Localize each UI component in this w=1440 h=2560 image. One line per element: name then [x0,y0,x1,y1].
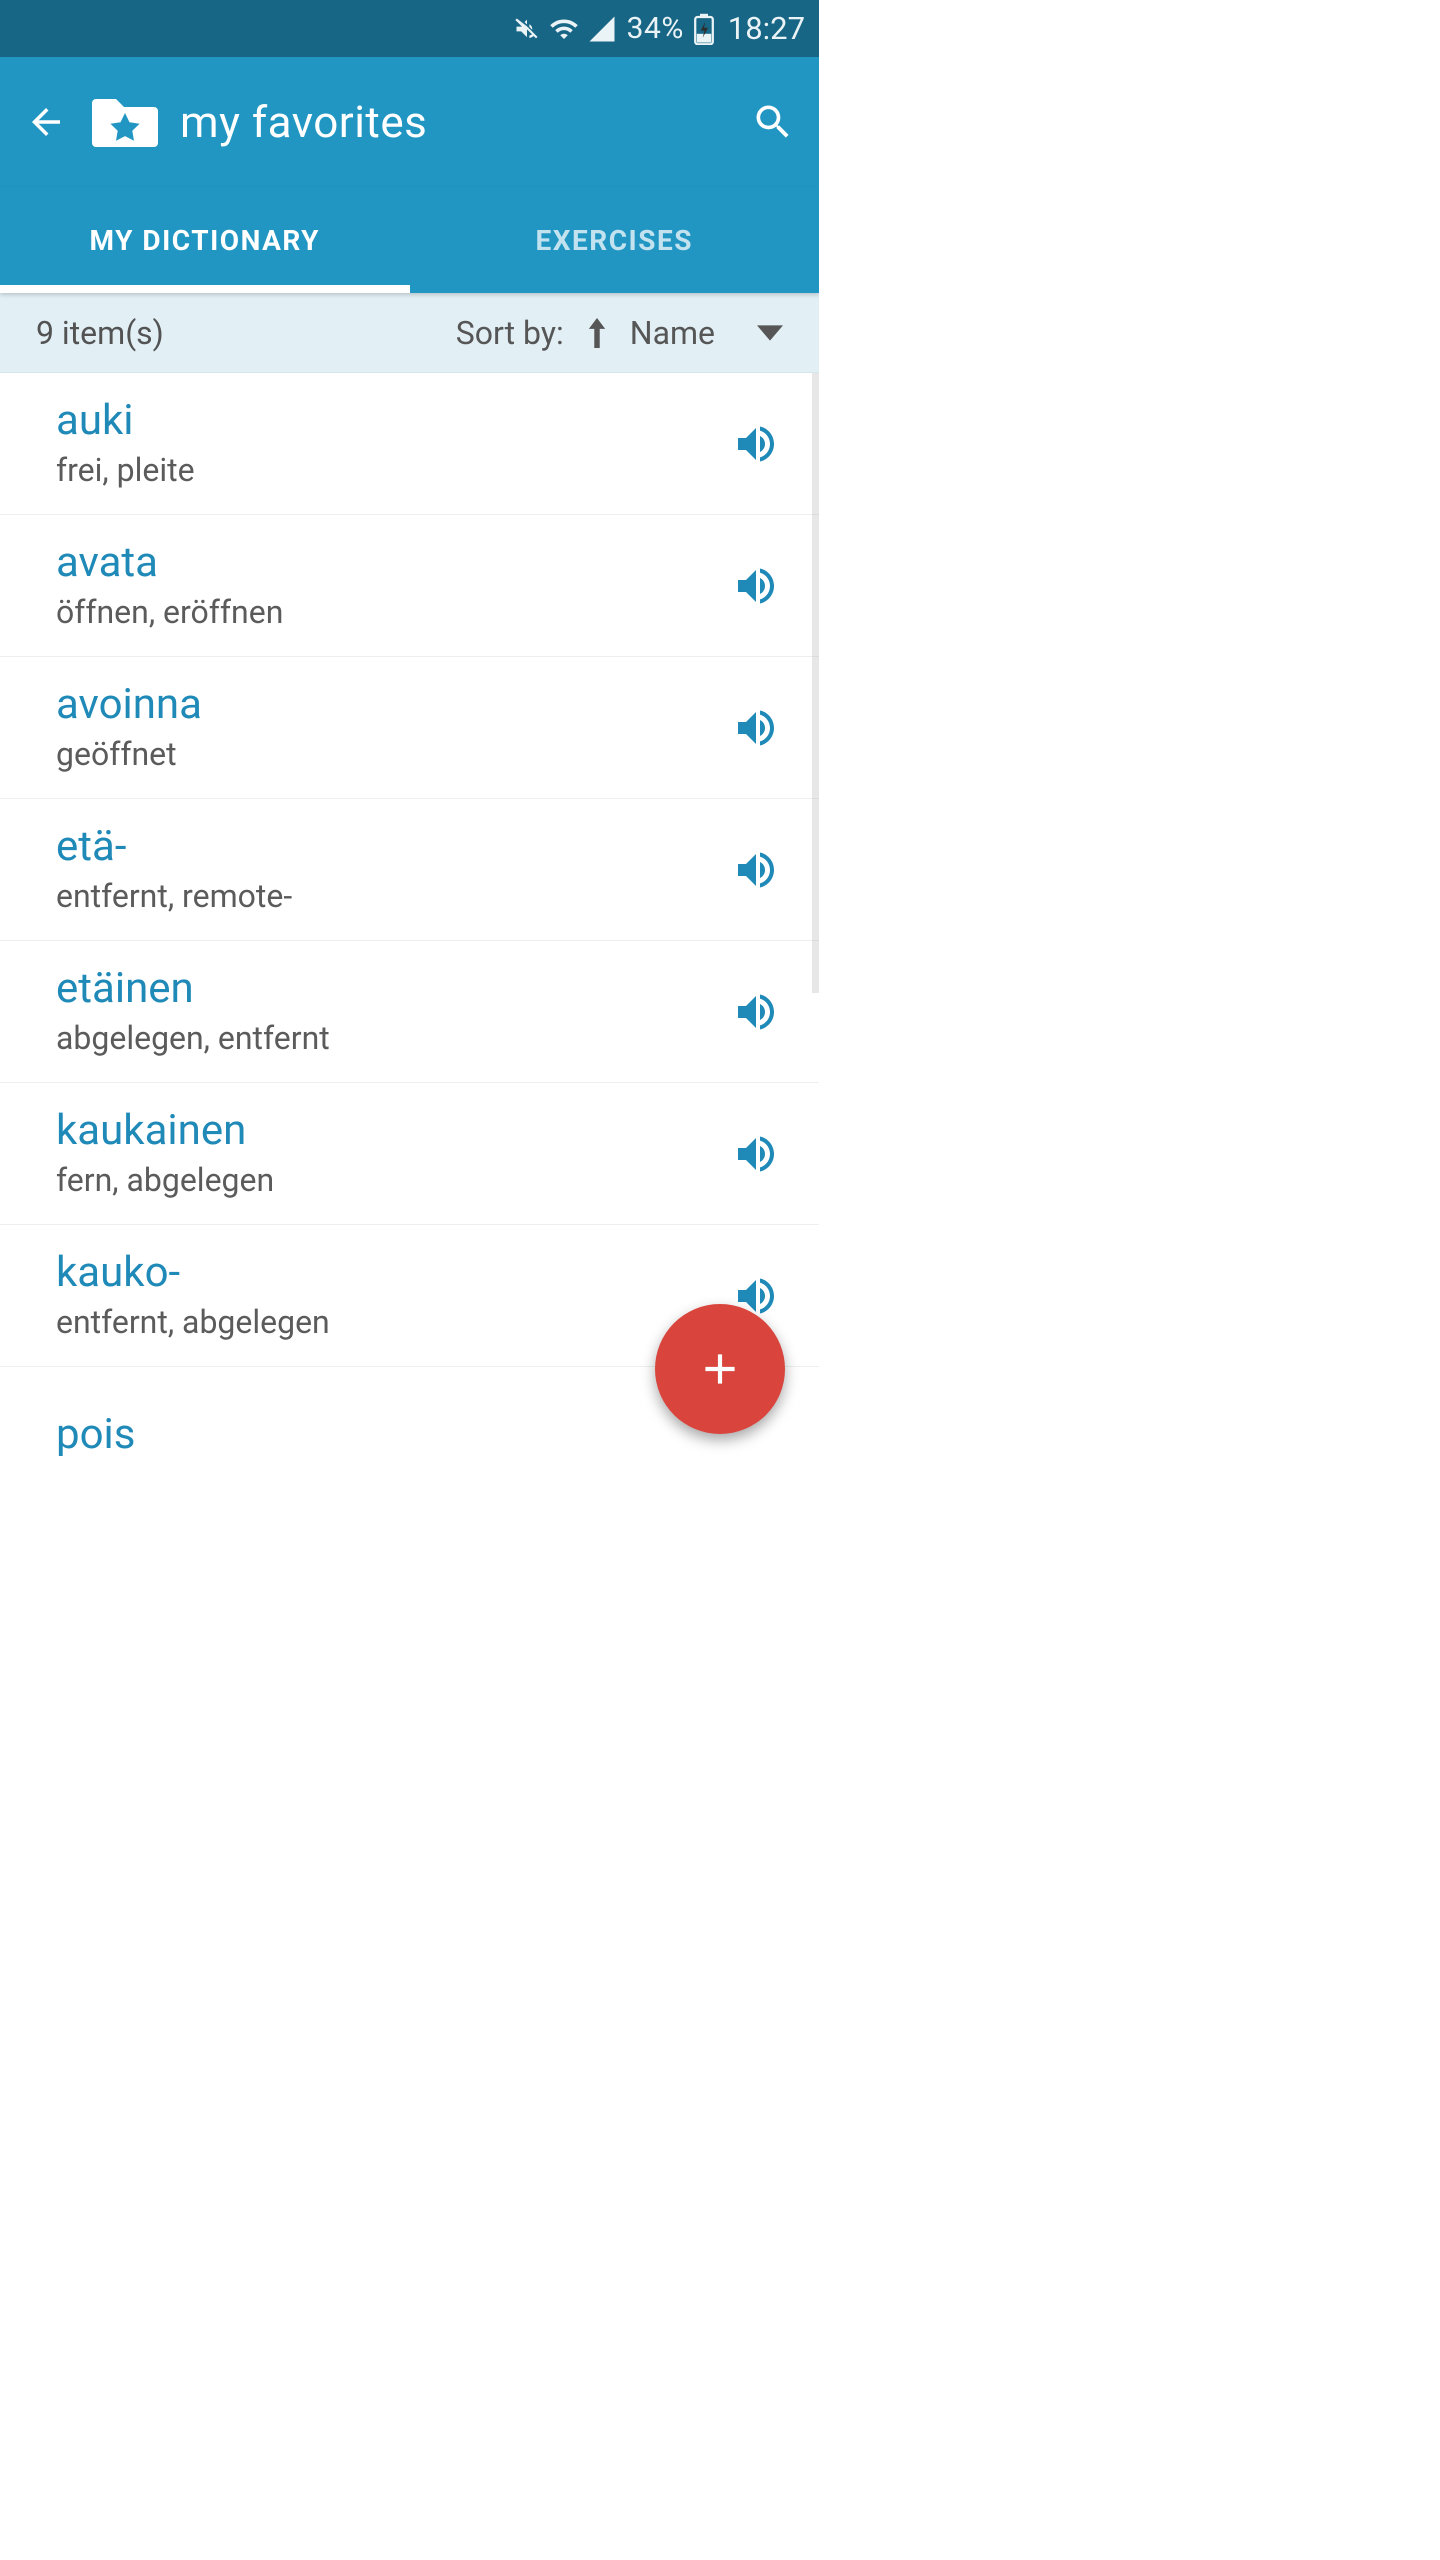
favorites-list: auki frei, pleite avata öffnen, eröffnen [0,373,819,1456]
word: etä- [56,824,713,870]
battery-charging-icon [694,13,714,45]
translation: entfernt, abgelegen [56,1303,713,1341]
tab-my-dictionary[interactable]: MY DICTIONARY [0,187,410,293]
tab-exercises[interactable]: EXERCISES [410,187,820,293]
list-item[interactable]: avata öffnen, eröffnen [0,515,819,657]
translation: entfernt, remote- [56,877,713,915]
word: kaukainen [56,1108,713,1154]
chevron-down-icon [757,325,783,341]
play-audio-button[interactable] [729,985,783,1039]
translation: geöffnet [56,735,713,773]
list-item[interactable]: kaukainen fern, abgelegen [0,1083,819,1225]
mute-icon [513,15,541,43]
translation: abgelegen, entfernt [56,1019,713,1057]
sort-by-label: Sort by: [456,314,564,352]
play-audio-button[interactable] [729,701,783,755]
sort-bar: 9 item(s) Sort by: Name [0,293,819,373]
search-button[interactable] [749,98,797,146]
translation: fern, abgelegen [56,1161,713,1199]
back-button[interactable] [22,98,70,146]
word: avoinna [56,682,713,728]
add-button[interactable] [655,1304,785,1434]
app-bar: my favorites [0,57,819,187]
word: pois [56,1412,713,1456]
clock: 18:27 [728,10,805,47]
item-count: 9 item(s) [36,314,164,352]
play-audio-button[interactable] [729,1451,783,1456]
sort-direction-icon [586,318,608,348]
play-audio-button[interactable] [729,843,783,897]
tabs: MY DICTIONARY EXERCISES [0,187,819,293]
status-bar: 34% 18:27 [0,0,819,57]
sort-field: Name [630,314,715,352]
tab-indicator [0,285,410,293]
tab-label: EXERCISES [536,224,693,257]
play-audio-button[interactable] [729,559,783,613]
word: kauko- [56,1250,713,1296]
word: etäinen [56,966,713,1012]
list-item[interactable]: etä- entfernt, remote- [0,799,819,941]
page-title: my favorites [180,96,427,148]
list-item[interactable]: auki frei, pleite [0,373,819,515]
play-audio-button[interactable] [729,1127,783,1181]
favorites-folder-icon [90,93,160,151]
translation: öffnen, eröffnen [56,593,713,631]
wifi-icon [549,14,579,44]
scrollbar[interactable] [812,373,819,993]
sort-control[interactable]: Sort by: Name [456,314,783,352]
translation: frei, pleite [56,451,713,489]
play-audio-button[interactable] [729,417,783,471]
list-item[interactable]: etäinen abgelegen, entfernt [0,941,819,1083]
plus-icon [695,1344,745,1394]
battery-percent: 34% [627,11,684,46]
list-item[interactable]: avoinna geöffnet [0,657,819,799]
word: auki [56,398,713,444]
tab-label: MY DICTIONARY [89,224,320,257]
word: avata [56,540,713,586]
signal-icon [587,14,617,44]
